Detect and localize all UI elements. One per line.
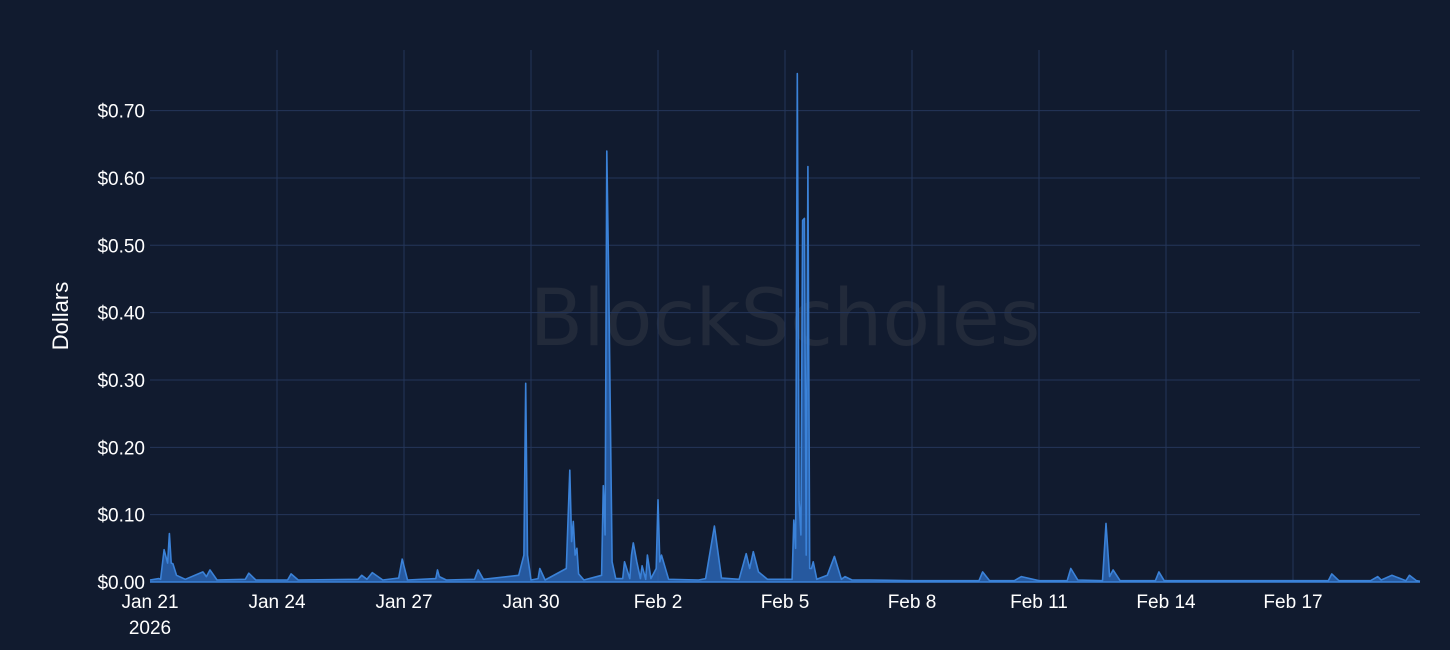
y-tick-label: $0.10 [97,506,145,527]
x-tick-label: Jan 24 [248,592,305,613]
y-axis: $0.00 $0.10 $0.20 $0.30 $0.40 $0.50 $0.60 $0.70 [97,102,145,594]
x-tick-label: Feb 5 [761,592,810,613]
x-tick-label: Jan 21 [121,592,178,613]
y-tick-label: $0.20 [97,438,145,459]
y-axis-title: Dollars [48,282,73,350]
y-tick-label: $0.30 [97,371,145,392]
y-tick-label: $0.50 [97,236,145,257]
x-tick-label: Feb 11 [1010,592,1068,613]
y-tick-label: $0.00 [97,573,145,594]
y-tick-label: $0.70 [97,102,145,123]
x-tick-label: Feb 8 [888,592,937,613]
x-tick-label: Feb 14 [1136,592,1196,613]
x-tick-label: Feb 2 [634,592,683,613]
y-tick-label: $0.40 [97,304,145,325]
x-tick-sublabel: 2026 [129,618,171,639]
y-tick-label: $0.60 [97,169,145,190]
x-tick-label: Jan 27 [375,592,432,613]
x-axis: Jan 21 2026 Jan 24 Jan 27 Jan 30 Feb 2 Feb 5 Fe… [121,592,1322,639]
x-tick-label: Feb 17 [1263,592,1322,613]
chart-canvas: BlockScholes $0.00$0.10$0.20$0.30$0.40$0… [48,50,1421,639]
chart-grid [150,50,1420,582]
x-tick-label: Jan 30 [502,592,559,613]
